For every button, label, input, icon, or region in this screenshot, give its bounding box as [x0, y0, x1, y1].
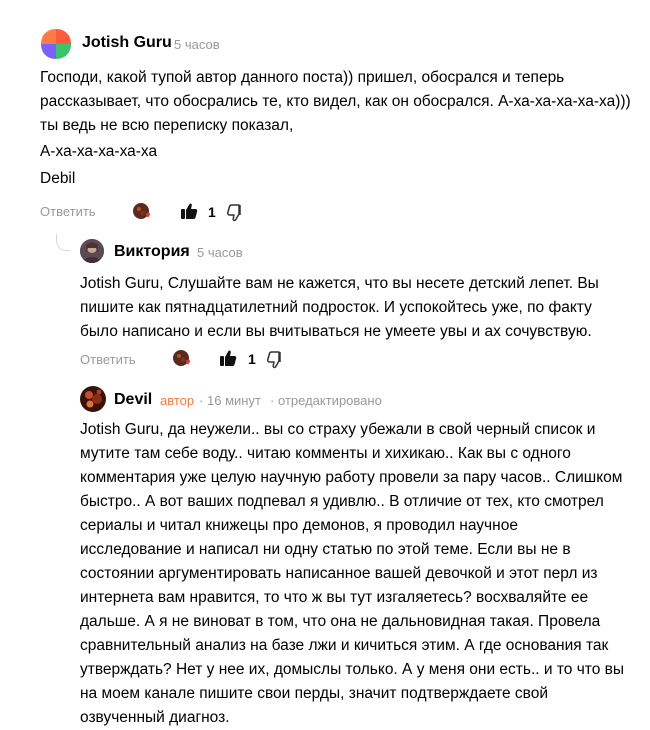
meta-separator: ·: [270, 393, 275, 408]
reaction-avatar-icon[interactable]: [173, 350, 193, 368]
comment-text-line: пишите как пятнадцатилетний подросток. И…: [80, 299, 592, 316]
comment-text-line: интернета вам нравится, то что ж вы тут …: [80, 589, 589, 606]
comment-text-line: мутите там себе воду.. читаю комменты и …: [80, 445, 571, 462]
comment-time: 16 минут: [207, 393, 261, 408]
comment-text-line: Господи, какой тупой автор данного поста…: [40, 69, 565, 86]
reaction-avatar-icon[interactable]: [133, 203, 153, 221]
comment-author[interactable]: Devil: [114, 391, 152, 409]
likes-count: 1: [208, 204, 216, 220]
comment-text-line: комментария уже целую научную работу про…: [80, 469, 623, 486]
comment-text-line: состоянии аргументировать написанное ваш…: [80, 565, 598, 582]
likes-count: 1: [248, 351, 256, 367]
avatar[interactable]: [80, 386, 106, 412]
avatar-photo: [80, 239, 104, 263]
comment-text-line: быстро.. А вот ваших подпевал я удивлю..…: [80, 493, 604, 510]
thumbs-up-icon[interactable]: [219, 349, 237, 367]
avatar[interactable]: [40, 28, 72, 60]
comment-time: 5 часов: [197, 245, 243, 260]
meta-separator: ·: [199, 393, 204, 408]
thumbs-down-icon[interactable]: [266, 351, 285, 369]
comment-text-line: сравнительный анализ на базе лжи и кичит…: [80, 637, 609, 654]
avatar[interactable]: [80, 239, 104, 263]
comment-text-line: было написано и если вы вчитываться не у…: [80, 323, 592, 340]
avatar-photo: [80, 386, 106, 412]
author-badge: автор: [160, 393, 195, 408]
comment-text-line: ты ведь не всю переписку показал,: [40, 117, 294, 134]
reply-button[interactable]: Ответить: [80, 352, 136, 367]
comment-text-line: сериалы и читал книжецы про демонов, я п…: [80, 517, 518, 534]
comment-text-line: дальше. А я не виноват в том, что она не…: [80, 613, 601, 630]
comment-text-line: Jotish Guru, Слушайте вам не кажется, чт…: [80, 275, 599, 292]
comment-text-line: Debil: [40, 170, 76, 187]
thumbs-down-icon[interactable]: [226, 204, 245, 222]
comment-author[interactable]: Jotish Guru: [82, 34, 172, 52]
edited-label: отредактировано: [278, 393, 382, 408]
comment-text-line: озвученный диагноз.: [80, 709, 230, 726]
comment-text-line: утверждать? Нет у нее их, домыслы только…: [80, 661, 625, 678]
comment-text-line: А-ха-ха-ха-ха-ха: [40, 143, 158, 160]
thread-connector: [56, 234, 70, 251]
comment-text-line: на моем канале пишите свои перды, значит…: [80, 685, 548, 702]
comment-text-line: Jotish Guru, да неужели.. вы со страху у…: [80, 421, 596, 438]
comment-time: 5 часов: [174, 37, 220, 52]
comment-text-line: рассказывает, что обосрались те, кто вид…: [40, 93, 631, 110]
thumbs-up-icon[interactable]: [180, 202, 198, 220]
avatar-logo: [41, 29, 71, 59]
comment-text-line: исследование и написал ни одну статью по…: [80, 541, 571, 558]
reply-button[interactable]: Ответить: [40, 204, 96, 219]
comment-author[interactable]: Виктория: [114, 243, 190, 261]
